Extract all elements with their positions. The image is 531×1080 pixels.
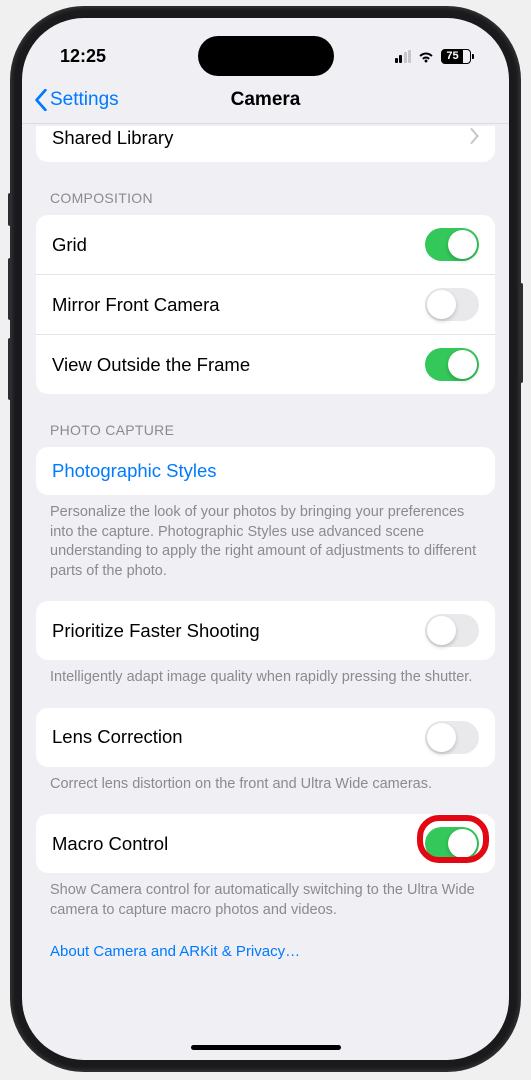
back-label: Settings bbox=[50, 89, 119, 111]
composition-header: COMPOSITION bbox=[22, 162, 509, 215]
photographic-styles-label: Photographic Styles bbox=[52, 460, 217, 482]
shared-library-group: Shared Library bbox=[36, 126, 495, 162]
lens-label: Lens Correction bbox=[52, 726, 183, 748]
lens-row: Lens Correction bbox=[36, 708, 495, 767]
chevron-right-icon bbox=[470, 127, 479, 149]
styles-footer: Personalize the look of your photos by b… bbox=[22, 495, 509, 581]
macro-footer: Show Camera control for automatically sw… bbox=[22, 873, 509, 920]
macro-toggle[interactable] bbox=[425, 827, 479, 860]
prioritize-toggle[interactable] bbox=[425, 614, 479, 647]
battery-icon: 75 bbox=[441, 49, 471, 64]
side-button bbox=[519, 283, 523, 383]
side-button bbox=[8, 338, 12, 400]
composition-group: Grid Mirror Front Camera View Outside th… bbox=[36, 215, 495, 394]
shared-library-label: Shared Library bbox=[52, 127, 173, 149]
macro-group: Macro Control bbox=[36, 814, 495, 873]
shared-library-row[interactable]: Shared Library bbox=[36, 126, 495, 162]
lens-group: Lens Correction bbox=[36, 708, 495, 767]
mirror-label: Mirror Front Camera bbox=[52, 294, 220, 316]
dynamic-island bbox=[198, 36, 334, 76]
status-right: 75 bbox=[395, 49, 472, 64]
styles-group: Photographic Styles bbox=[36, 447, 495, 495]
about-link[interactable]: About Camera and ARKit & Privacy… bbox=[22, 921, 509, 960]
phone-frame: 12:25 75 Settings Camera bbox=[12, 8, 519, 1070]
screen: 12:25 75 Settings Camera bbox=[22, 18, 509, 1060]
battery-level: 75 bbox=[446, 50, 458, 62]
macro-row: Macro Control bbox=[36, 814, 495, 873]
cellular-icon bbox=[395, 50, 412, 63]
page-title: Camera bbox=[231, 89, 301, 111]
lens-toggle[interactable] bbox=[425, 721, 479, 754]
nav-bar: Settings Camera bbox=[22, 76, 509, 124]
status-time: 12:25 bbox=[60, 46, 106, 67]
mirror-toggle[interactable] bbox=[425, 288, 479, 321]
grid-label: Grid bbox=[52, 234, 87, 256]
lens-footer: Correct lens distortion on the front and… bbox=[22, 767, 509, 795]
content-scroll[interactable]: Shared Library COMPOSITION Grid Mirror F… bbox=[22, 126, 509, 1060]
prioritize-footer: Intelligently adapt image quality when r… bbox=[22, 660, 509, 688]
macro-label: Macro Control bbox=[52, 833, 168, 855]
photo-capture-header: PHOTO CAPTURE bbox=[22, 394, 509, 447]
grid-row: Grid bbox=[36, 215, 495, 274]
outside-toggle[interactable] bbox=[425, 348, 479, 381]
home-indicator[interactable] bbox=[191, 1045, 341, 1050]
wifi-icon bbox=[417, 50, 435, 63]
grid-toggle[interactable] bbox=[425, 228, 479, 261]
prioritize-label: Prioritize Faster Shooting bbox=[52, 620, 260, 642]
prioritize-group: Prioritize Faster Shooting bbox=[36, 601, 495, 660]
back-button[interactable]: Settings bbox=[34, 89, 119, 111]
side-button bbox=[8, 193, 12, 226]
mirror-row: Mirror Front Camera bbox=[36, 274, 495, 334]
side-button bbox=[8, 258, 12, 320]
chevron-left-icon bbox=[34, 89, 48, 111]
outside-row: View Outside the Frame bbox=[36, 334, 495, 394]
photographic-styles-row[interactable]: Photographic Styles bbox=[36, 447, 495, 495]
prioritize-row: Prioritize Faster Shooting bbox=[36, 601, 495, 660]
outside-label: View Outside the Frame bbox=[52, 354, 250, 376]
